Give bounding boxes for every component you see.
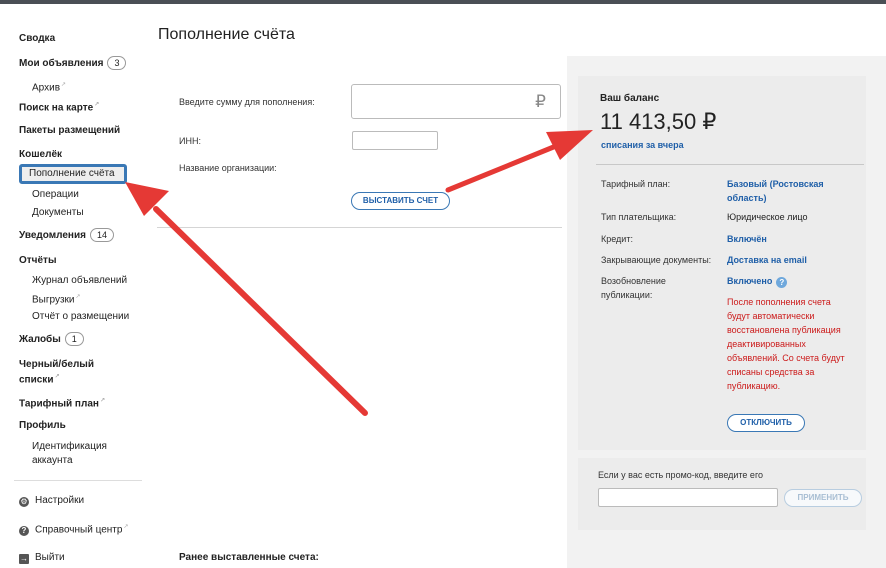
sidebar-item-map-search[interactable]: Поиск на карте bbox=[19, 101, 99, 113]
yesterday-charges-link[interactable]: списания за вчера bbox=[601, 140, 684, 150]
disable-button[interactable]: ОТКЛЮЧИТЬ bbox=[727, 414, 805, 432]
issue-invoice-button[interactable]: ВЫСТАВИТЬ СЧЕТ bbox=[351, 192, 450, 210]
balance-title: Ваш баланс bbox=[600, 93, 660, 104]
amount-input[interactable]: ₽ bbox=[351, 84, 561, 119]
sidebar-item-archive[interactable]: Архив bbox=[32, 81, 66, 93]
apply-promo-button[interactable]: ПРИМЕНИТЬ bbox=[784, 489, 862, 507]
tariff-key: Тарифный план: bbox=[601, 179, 671, 189]
renew-value[interactable]: Включено? bbox=[727, 275, 788, 288]
sidebar-item-my-ads[interactable]: Мои объявления 3 bbox=[19, 56, 127, 70]
tariff-value-link-line2[interactable]: область) bbox=[727, 192, 767, 205]
tariff-value-link[interactable]: Базовый (Ростовская bbox=[727, 178, 824, 191]
renew-key: Возобновление bbox=[601, 276, 666, 286]
ads-count-badge: 3 bbox=[107, 56, 127, 70]
balance-divider bbox=[596, 164, 864, 165]
page-title: Пополнение счёта bbox=[158, 26, 295, 43]
sidebar-item-label: Мои объявления bbox=[19, 58, 104, 69]
previous-invoices-heading: Ранее выставленные счета: bbox=[179, 552, 319, 563]
renew-value-label: Включено bbox=[727, 276, 773, 286]
balance-amount: 11 413,50 ₽ bbox=[600, 109, 717, 134]
form-divider bbox=[157, 227, 562, 228]
renew-key-line2: публикации: bbox=[601, 290, 653, 300]
amount-label: Введите сумму для пополнения: bbox=[179, 97, 315, 107]
sidebar-item-wallet[interactable]: Кошелёк bbox=[19, 149, 62, 160]
inn-input[interactable] bbox=[352, 131, 438, 150]
credit-key: Кредит: bbox=[601, 234, 633, 244]
sidebar-item-packages[interactable]: Пакеты размещений bbox=[19, 125, 120, 136]
closing-docs-value-link[interactable]: Доставка на email bbox=[727, 254, 807, 267]
promo-code-input[interactable] bbox=[598, 488, 778, 507]
sidebar-item-topup[interactable]: Пополнение счёта bbox=[19, 164, 127, 184]
promo-label: Если у вас есть промо-код, введите его bbox=[598, 470, 764, 480]
closing-docs-key: Закрывающие документы: bbox=[601, 255, 712, 265]
ruble-icon: ₽ bbox=[535, 92, 546, 111]
payer-type-value: Юридическое лицо bbox=[727, 212, 808, 222]
credit-value-link[interactable]: Включён bbox=[727, 233, 767, 246]
payer-type-key: Тип плательщика: bbox=[601, 212, 677, 222]
sidebar-item-svodka[interactable]: Сводка bbox=[19, 33, 55, 44]
inn-label: ИНН: bbox=[179, 136, 201, 146]
question-icon[interactable]: ? bbox=[776, 277, 788, 288]
org-name-label: Название организации: bbox=[179, 163, 277, 173]
renew-warning-text: После пополнения счета будут автоматичес… bbox=[727, 297, 845, 391]
sidebar: Сводка Мои объявления3 Архив Поиск на ка… bbox=[0, 4, 142, 568]
